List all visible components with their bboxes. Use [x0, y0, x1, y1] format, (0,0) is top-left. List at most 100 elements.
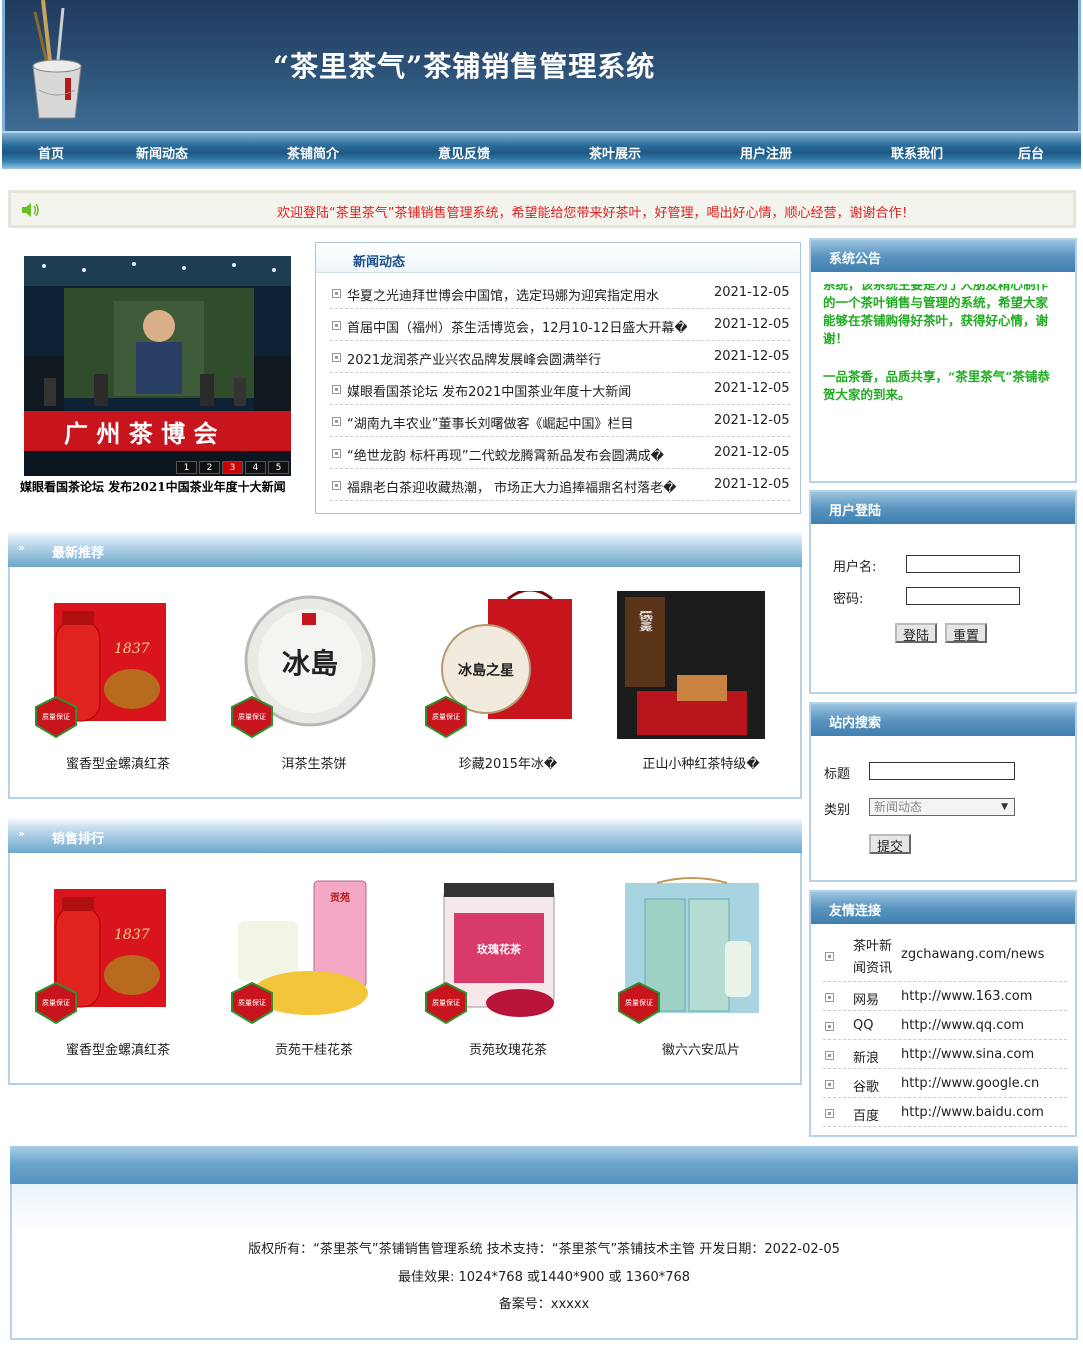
announcement-header: 系统公告	[811, 240, 1075, 272]
friend-link-url[interactable]: http://www.baidu.com	[901, 1105, 1044, 1120]
friend-link-url[interactable]: http://www.sina.com	[901, 1047, 1034, 1062]
news-list-item[interactable]: “绝世龙韵 标杆再现”二代蛟龙腾霄新品发布会圆满成� 2021-12-05	[330, 437, 790, 469]
svg-text:质量保证: 质量保证	[432, 712, 460, 721]
product-name[interactable]: 贡苑玫瑰花茶	[408, 1039, 608, 1058]
password-input[interactable]	[906, 587, 1020, 605]
nav-admin[interactable]: 后台	[1018, 143, 1044, 162]
site-header: “茶里茶气”茶铺销售管理系统	[2, 0, 1081, 131]
friend-link-item[interactable]: 网易 http://www.163.com	[823, 982, 1067, 1011]
friend-link-url[interactable]: http://www.google.cn	[901, 1076, 1039, 1091]
product-name[interactable]: 洱茶生茶饼	[214, 753, 414, 772]
news-item-date: 2021-12-05	[714, 413, 790, 428]
news-list-item[interactable]: “湖南九丰农业”董事长刘曙做客《崛起中国》栏目 2021-12-05	[330, 405, 790, 437]
product-name[interactable]: 贡苑干桂花茶	[214, 1039, 414, 1058]
nav-news[interactable]: 新闻动态	[136, 143, 188, 162]
bullet-icon	[825, 1080, 834, 1089]
search-title-input[interactable]	[869, 762, 1015, 780]
news-list-item[interactable]: 华夏之光迪拜世博会中国馆，选定玛娜为迎宾指定用水 2021-12-05	[330, 277, 790, 309]
friend-link-name: 网易	[853, 993, 880, 1008]
news-item-title[interactable]: 首届中国（福州）茶生活博览会，12月10-12日盛大开幕�	[347, 317, 687, 336]
friend-link-item[interactable]: 新浪 http://www.sina.com	[823, 1040, 1067, 1069]
product-name[interactable]: 正山小种红茶特级�	[601, 753, 801, 772]
slide-page-1[interactable]: 1	[176, 461, 197, 474]
news-item-title[interactable]: 福鼎老白茶迎收藏热潮， 市场正大力追捧福鼎名村落老�	[347, 477, 687, 496]
ranking-section-title: 销售排行	[52, 832, 105, 847]
friend-link-name: QQ	[853, 1018, 874, 1033]
slide-page-4[interactable]: 4	[245, 461, 266, 474]
bullet-icon	[332, 449, 341, 458]
news-slideshow[interactable]: 广 州 茶 博 会 12345	[24, 256, 291, 476]
links-header: 友情连接	[811, 892, 1075, 924]
category-select[interactable]: 新闻动态 ▼	[869, 798, 1015, 816]
news-item-title[interactable]: 媒眼看国茶论坛 发布2021中国茶业年度十大新闻	[347, 381, 687, 400]
news-list-item[interactable]: 媒眼看国茶论坛 发布2021中国茶业年度十大新闻 2021-12-05	[330, 373, 790, 405]
search-title: 站内搜索	[829, 716, 882, 731]
search-submit-button[interactable]: 提交	[869, 834, 912, 855]
friend-link-item[interactable]: 谷歌 http://www.google.cn	[823, 1069, 1067, 1098]
news-item-title[interactable]: “绝世龙韵 标杆再现”二代蛟龙腾霄新品发布会圆满成�	[347, 445, 687, 464]
announcement-text: 系统，该系统主要是为了人朋友精心制作的一个茶叶销售与管理的系统，希望大家能够在茶…	[823, 284, 1059, 350]
bullet-icon	[332, 289, 341, 298]
footer-bar	[10, 1146, 1078, 1184]
news-item-title[interactable]: 2021龙润茶产业兴农品牌发展峰会圆满举行	[347, 349, 687, 368]
nav-register[interactable]: 用户注册	[740, 143, 792, 162]
product-name[interactable]: 珍藏2015年冰�	[408, 753, 608, 772]
quality-badge-icon: 质量保证	[35, 695, 77, 739]
links-title: 友情连接	[829, 904, 882, 919]
bullet-icon	[825, 1051, 834, 1060]
product-name[interactable]: 徽六六安瓜片	[601, 1039, 801, 1058]
speaker-icon	[22, 203, 39, 217]
svg-text:冰島: 冰島	[282, 647, 338, 680]
search-header: 站内搜索	[811, 704, 1075, 736]
nav-home[interactable]: 首页	[38, 143, 64, 162]
slide-image-text: 广 州 茶 博 会	[64, 419, 217, 448]
nav-contact[interactable]: 联系我们	[891, 143, 943, 162]
product-image[interactable]: 贡苑质量保证	[230, 877, 378, 1025]
footer: 版权所有：“茶里茶气”茶铺销售管理系统 技术支持：“茶里茶气”茶铺技术主管 开发…	[10, 1184, 1078, 1340]
login-button[interactable]: 登陆	[895, 623, 938, 644]
product-image[interactable]: 1837 质量保证	[34, 591, 182, 739]
friend-link-url[interactable]: http://www.qq.com	[901, 1018, 1024, 1033]
product-image[interactable]: 严选500克	[617, 591, 765, 739]
svg-text:质量保证: 质量保证	[42, 998, 70, 1007]
username-label: 用户名:	[833, 560, 877, 575]
nav-shop-intro[interactable]: 茶铺简介	[287, 143, 339, 162]
username-input[interactable]	[906, 555, 1020, 573]
login-box: 用户登陆 用户名: 密码: 登陆 重置	[809, 490, 1077, 694]
slide-page-2[interactable]: 2	[199, 461, 220, 474]
news-item-title[interactable]: “湖南九丰农业”董事长刘曙做客《崛起中国》栏目	[347, 413, 687, 432]
quality-badge-icon: 质量保证	[425, 981, 467, 1025]
svg-text:玫瑰花茶: 玫瑰花茶	[477, 942, 522, 956]
nav-feedback[interactable]: 意见反馈	[438, 143, 490, 162]
friend-link-item[interactable]: 茶叶新闻资讯 zgchawang.com/news	[823, 930, 1067, 982]
marquee-bar: 欢迎登陆“茶里茶气”茶铺销售管理系统，希望能给您带来好茶叶，好管理，喝出好心情，…	[8, 190, 1076, 228]
news-panel-header: 新闻动态	[316, 243, 800, 273]
product-name[interactable]: 蜜香型金螺滇红茶	[18, 753, 218, 772]
slide-page-5[interactable]: 5	[268, 461, 289, 474]
friend-link-url[interactable]: http://www.163.com	[901, 989, 1032, 1004]
svg-text:贡苑: 贡苑	[330, 891, 350, 904]
product-image[interactable]: 质量保证	[617, 877, 765, 1025]
product-name[interactable]: 蜜香型金螺滇红茶	[18, 1039, 218, 1058]
news-item-title[interactable]: 华夏之光迪拜世博会中国馆，选定玛娜为迎宾指定用水	[347, 285, 687, 304]
news-list-item[interactable]: 首届中国（福州）茶生活博览会，12月10-12日盛大开幕� 2021-12-05	[330, 309, 790, 341]
slide-caption[interactable]: 媒眼看国茶论坛 发布2021中国茶业年度十大新闻	[20, 478, 310, 495]
svg-text:严选500克: 严选500克	[637, 611, 654, 631]
friend-link-item[interactable]: QQ http://www.qq.com	[823, 1011, 1067, 1040]
friend-link-url[interactable]: zgchawang.com/news	[901, 947, 1044, 962]
slide-page-3[interactable]: 3	[222, 461, 243, 474]
reset-button[interactable]: 重置	[945, 623, 988, 644]
announcement-paragraph-2: 一品茶香，品质共享，“茶里茶气”茶铺恭贺大家的到来。	[823, 369, 1050, 402]
nav-tea-display[interactable]: 茶叶展示	[589, 143, 641, 162]
quality-badge-icon: 质量保证	[231, 981, 273, 1025]
product-image[interactable]: 玫瑰花茶质量保证	[424, 877, 572, 1025]
friend-link-item[interactable]: 百度 http://www.baidu.com	[823, 1098, 1067, 1127]
product-image[interactable]: 1837 质量保证	[34, 877, 182, 1025]
svg-text:1837: 1837	[114, 641, 150, 657]
chevron-down-icon: ▼	[1001, 802, 1008, 812]
news-list-item[interactable]: 福鼎老白茶迎收藏热潮， 市场正大力追捧福鼎名村落老� 2021-12-05	[330, 469, 790, 501]
news-list-item[interactable]: 2021龙润茶产业兴农品牌发展峰会圆满举行 2021-12-05	[330, 341, 790, 373]
product-image[interactable]: 冰島之星质量保证	[424, 591, 572, 739]
friend-link-name: 茶叶新闻资讯	[853, 939, 893, 976]
product-image[interactable]: 冰島质量保证	[230, 591, 378, 739]
